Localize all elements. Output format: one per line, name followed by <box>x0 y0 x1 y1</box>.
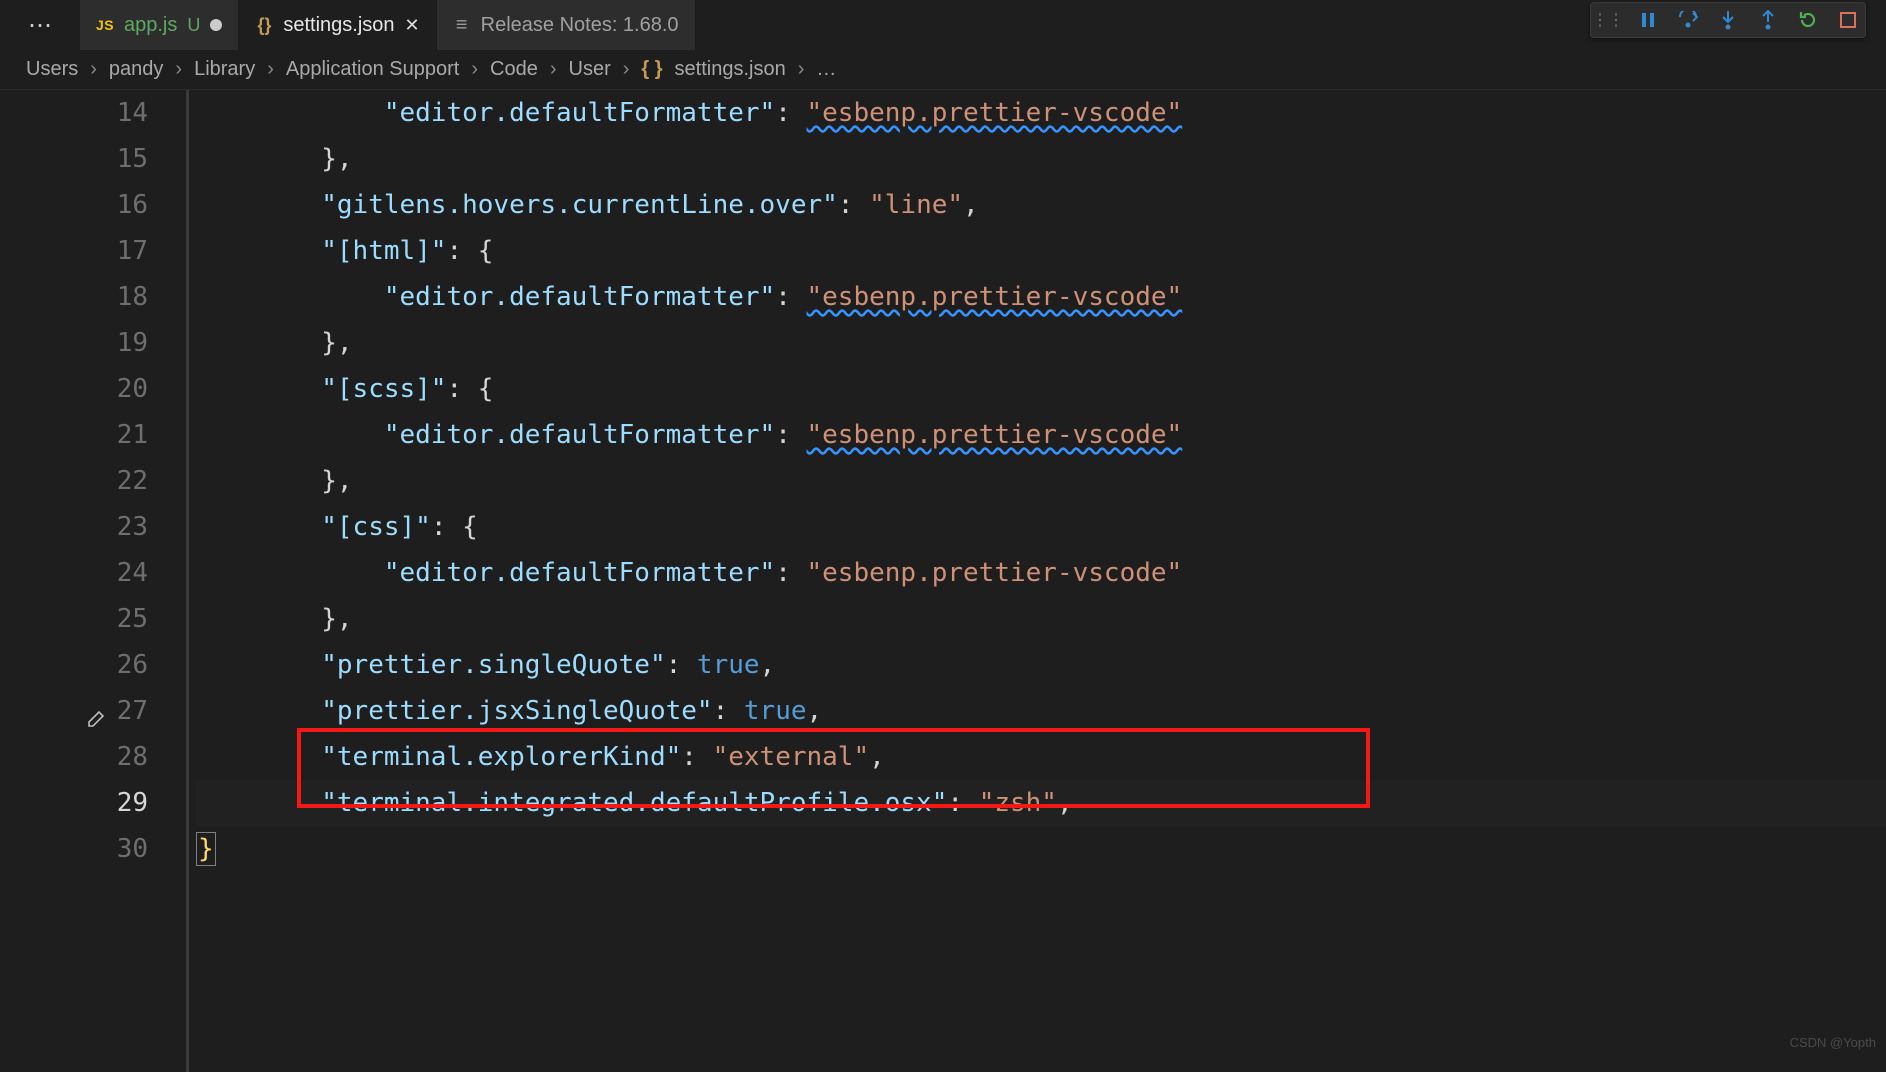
tab-app-js[interactable]: JS app.js U <box>80 0 239 50</box>
code-line[interactable]: }, <box>196 320 1886 366</box>
breadcrumb-overflow[interactable]: … <box>816 58 836 81</box>
code-line[interactable]: "editor.defaultFormatter": "esbenp.prett… <box>196 412 1886 458</box>
line-number: 29 <box>0 780 148 826</box>
code-content[interactable]: "editor.defaultFormatter": "esbenp.prett… <box>186 90 1886 1072</box>
chevron-right-icon: › <box>798 58 805 81</box>
unsaved-indicator-icon <box>210 19 222 31</box>
breadcrumb[interactable]: Users › pandy › Library › Application Suppo… <box>0 50 1886 90</box>
line-number: 17 <box>0 228 148 274</box>
stop-icon[interactable] <box>1837 9 1859 31</box>
step-into-icon[interactable] <box>1717 9 1739 31</box>
line-number: 23 <box>0 504 148 550</box>
line-number-gutter: 1415161718192021222324252627282930 <box>0 90 186 1072</box>
chevron-right-icon: › <box>471 58 478 81</box>
code-line[interactable]: "editor.defaultFormatter": "esbenp.prett… <box>196 90 1886 136</box>
line-number: 14 <box>0 90 148 136</box>
breadcrumb-segment[interactable]: settings.json <box>675 58 786 81</box>
code-line[interactable]: "terminal.explorerKind": "external", <box>196 734 1886 780</box>
line-number: 21 <box>0 412 148 458</box>
code-line[interactable]: "gitlens.hovers.currentLine.over": "line… <box>196 182 1886 228</box>
json-file-icon: {} <box>255 16 273 34</box>
step-out-icon[interactable] <box>1757 9 1779 31</box>
debug-toolbar[interactable]: ⋮⋮ <box>1590 2 1866 38</box>
code-line[interactable]: "editor.defaultFormatter": "esbenp.prett… <box>196 274 1886 320</box>
breadcrumb-segment[interactable]: Users <box>26 58 78 81</box>
line-number: 22 <box>0 458 148 504</box>
tab-settings-json[interactable]: {} settings.json ✕ <box>239 0 436 50</box>
breadcrumb-segment[interactable]: Library <box>194 58 255 81</box>
breadcrumb-segment[interactable]: Application Support <box>286 58 459 81</box>
line-number: 15 <box>0 136 148 182</box>
line-number: 26 <box>0 642 148 688</box>
drag-handle-icon[interactable]: ⋮⋮ <box>1597 9 1619 31</box>
restart-icon[interactable] <box>1797 9 1819 31</box>
release-notes-icon: ≡ <box>453 16 471 34</box>
chevron-right-icon: › <box>90 58 97 81</box>
step-over-icon[interactable] <box>1677 9 1699 31</box>
watermark-text: CSDN @Yopth <box>1790 1020 1876 1066</box>
code-line[interactable]: "prettier.singleQuote": true, <box>196 642 1886 688</box>
json-file-icon: { } <box>641 58 662 81</box>
line-number: 16 <box>0 182 148 228</box>
line-number: 30 <box>0 826 148 872</box>
tab-label: Release Notes: 1.68.0 <box>481 14 679 37</box>
tab-label: settings.json <box>283 14 394 37</box>
line-number: 24 <box>0 550 148 596</box>
line-number: 20 <box>0 366 148 412</box>
line-number: 25 <box>0 596 148 642</box>
tab-bar: ⋯ JS app.js U {} settings.json ✕ ≡ Relea… <box>0 0 1886 50</box>
line-number: 28 <box>0 734 148 780</box>
javascript-file-icon: JS <box>96 16 114 34</box>
breadcrumb-segment[interactable]: pandy <box>109 58 164 81</box>
close-tab-icon[interactable]: ✕ <box>405 15 420 36</box>
breadcrumb-segment[interactable]: Code <box>490 58 538 81</box>
code-line[interactable]: "prettier.jsxSingleQuote": true, <box>196 688 1886 734</box>
edit-glyph-icon <box>86 698 106 744</box>
code-line[interactable]: "terminal.integrated.defaultProfile.osx"… <box>196 780 1886 826</box>
tab-label: app.js <box>124 14 177 37</box>
code-line[interactable]: }, <box>196 596 1886 642</box>
line-number: 27 <box>0 688 148 734</box>
line-number: 19 <box>0 320 148 366</box>
code-line[interactable]: } <box>196 826 1886 872</box>
tab-release-notes[interactable]: ≡ Release Notes: 1.68.0 <box>437 0 696 50</box>
breadcrumb-segment[interactable]: User <box>569 58 611 81</box>
code-line[interactable]: "[html]": { <box>196 228 1886 274</box>
pause-icon[interactable] <box>1637 9 1659 31</box>
chevron-right-icon: › <box>175 58 182 81</box>
tab-overflow-button[interactable]: ⋯ <box>0 0 80 50</box>
code-line[interactable]: }, <box>196 458 1886 504</box>
code-editor[interactable]: 1415161718192021222324252627282930 "edit… <box>0 90 1886 1072</box>
chevron-right-icon: › <box>267 58 274 81</box>
code-line[interactable]: }, <box>196 136 1886 182</box>
line-number: 18 <box>0 274 148 320</box>
code-line[interactable]: "[css]": { <box>196 504 1886 550</box>
chevron-right-icon: › <box>623 58 630 81</box>
chevron-right-icon: › <box>550 58 557 81</box>
code-line[interactable]: "[scss]": { <box>196 366 1886 412</box>
code-line[interactable]: "editor.defaultFormatter": "esbenp.prett… <box>196 550 1886 596</box>
git-status-badge: U <box>187 15 200 36</box>
